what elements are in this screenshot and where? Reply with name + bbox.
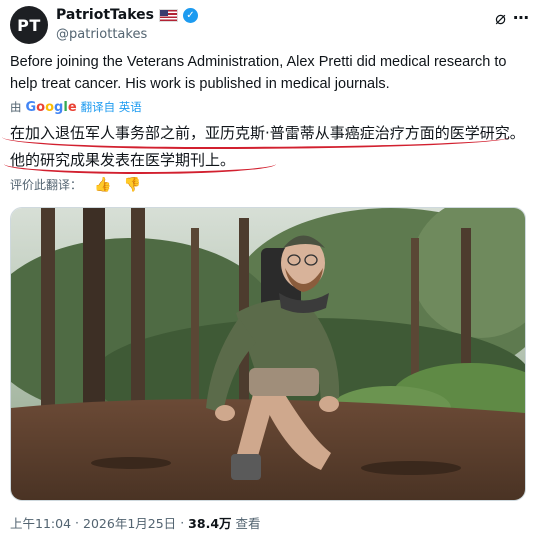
us-flag-icon (159, 8, 178, 22)
translated-from-link[interactable]: 翻译自 英语 (81, 99, 142, 115)
google-logo-icon: Google (25, 99, 77, 115)
translation-attribution: 由 Google 翻译自 英语 (10, 99, 142, 115)
separator: · (75, 515, 80, 530)
author-handle[interactable]: @patriottakes (56, 27, 147, 42)
rate-translation-label: 评价此翻译： (10, 178, 83, 192)
forest-hiker-photo (11, 208, 525, 500)
tweet-header: PT PatriotTakes ✓ @patriottakes ⌀ ⋯ (10, 4, 530, 46)
views-label: 查看 (235, 516, 261, 531)
translated-prefix: 由 (10, 100, 22, 114)
tweet-date[interactable]: 2026年1月25日 (83, 513, 176, 532)
tweet-footer: 上午11:04 · 2026年1月25日 · 38.4万 查看 (10, 513, 261, 532)
verified-badge-icon: ✓ (183, 7, 198, 23)
thumbs-up-icon[interactable]: 👍 (94, 177, 111, 193)
grok-icon[interactable]: ⌀ (495, 8, 506, 29)
tweet-photo[interactable] (10, 207, 526, 501)
separator: · (180, 515, 185, 530)
thumbs-down-icon[interactable]: 👎 (123, 177, 140, 193)
more-options-icon[interactable]: ⋯ (513, 8, 530, 27)
rate-translation: 评价此翻译： 👍 👎 (10, 176, 141, 193)
avatar[interactable]: PT (10, 6, 48, 44)
tweet-time[interactable]: 上午11:04 (10, 513, 71, 532)
author-display-name[interactable]: PatriotTakes (56, 7, 154, 23)
view-count: 38.4万 (188, 516, 232, 531)
tweet-text: Before joining the Veterans Administrati… (10, 54, 507, 92)
author-name-row[interactable]: PatriotTakes ✓ (56, 7, 198, 23)
